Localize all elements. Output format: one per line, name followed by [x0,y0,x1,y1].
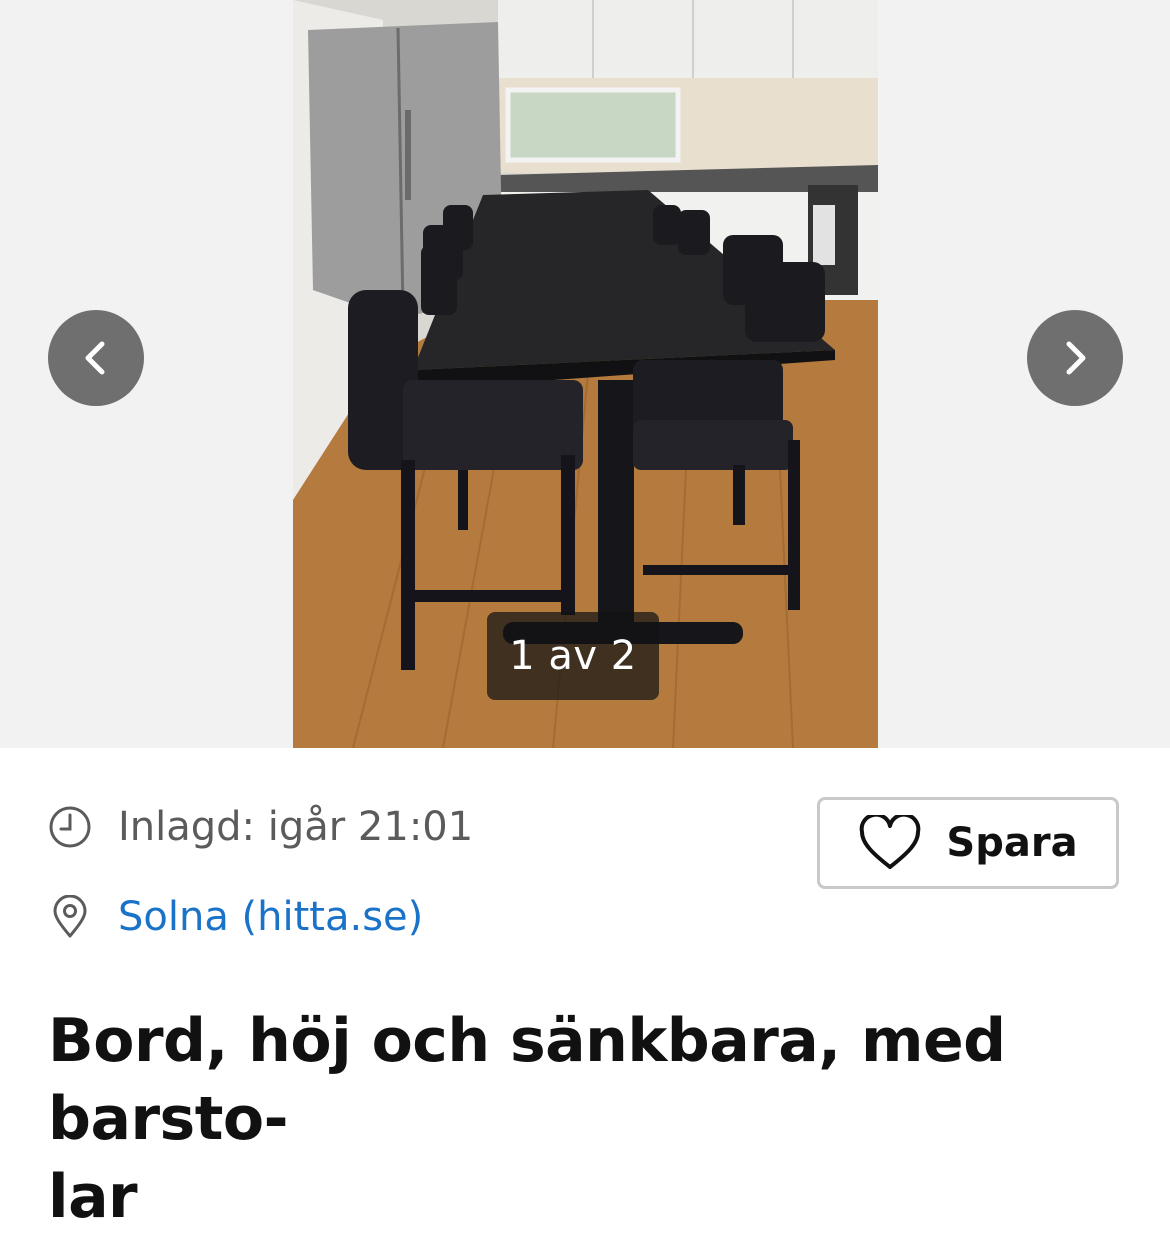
chevron-right-icon [1066,341,1086,375]
next-image-button[interactable] [1027,310,1123,406]
image-counter: 1 av 2 [487,612,659,700]
location-info[interactable]: Solna (hitta.se) [48,894,423,940]
save-button[interactable]: Spara [817,797,1119,889]
posted-time: Inlagd: igår 21:01 [118,804,474,850]
previous-image-button[interactable] [48,310,144,406]
listing-title: Bord, höj och sänkbara, med barsto- lar [48,1006,1006,1232]
clock-icon [49,806,91,848]
location-pin-icon [53,895,87,938]
posted-info: Inlagd: igår 21:01 [48,804,473,850]
heart-icon [860,815,921,869]
image-gallery[interactable]: 1 av 2 [0,0,1170,748]
save-button-label: Spara [946,820,1078,866]
chevron-left-icon [85,341,105,375]
location-link[interactable]: Solna (hitta.se) [118,894,423,940]
